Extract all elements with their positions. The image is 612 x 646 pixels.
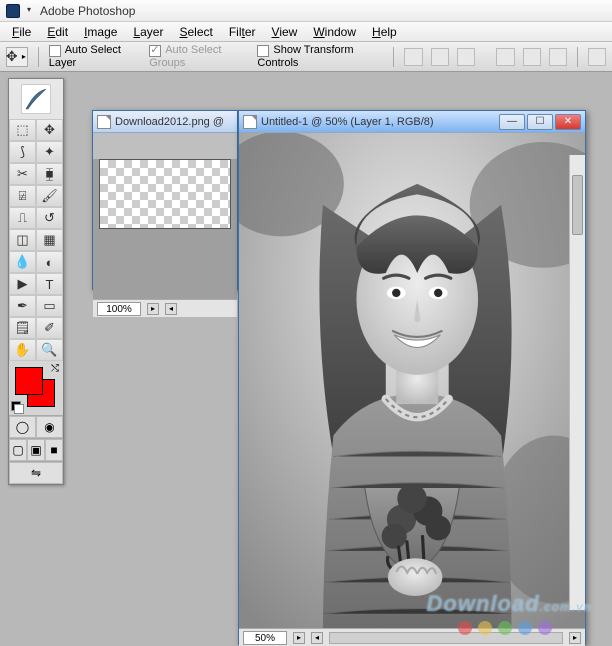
document-title-front: Untitled-1 @ 50% (Layer 1, RGB/8) (261, 116, 434, 128)
document-window-front[interactable]: Untitled-1 @ 50% (Layer 1, RGB/8) — ☐ ✕ (238, 110, 586, 645)
eraser-tool[interactable]: ◫ (9, 229, 36, 251)
menu-select[interactable]: Select (171, 23, 220, 41)
separator (577, 47, 578, 67)
quickmask-mode-button[interactable]: ◉ (36, 416, 63, 438)
status-bar-back: 100% ▸ ◂ (93, 299, 237, 317)
toolbox-header (9, 79, 63, 119)
document-icon (97, 115, 111, 129)
crop-tool[interactable]: ✂ (9, 163, 36, 185)
separator (393, 47, 394, 67)
document-title-back: Download2012.png @ (115, 116, 224, 128)
canvas-back[interactable] (99, 159, 231, 229)
show-transform-option[interactable]: Show Transform Controls (257, 44, 383, 68)
feather-icon (21, 84, 51, 114)
lasso-tool[interactable]: ⟆ (9, 141, 36, 163)
align-hcenter-button[interactable] (523, 48, 541, 66)
tool-grid: ⬚ ✥ ⟆ ✦ ✂ ⧯ ⍯ 🖌 ⎍ ↺ ◫ ▦ 💧 ◐ ▶ T ✒ ▭ 🗒 ✐ … (9, 119, 63, 361)
color-swatches: ⤭ (9, 361, 63, 415)
separator (38, 47, 39, 67)
menu-edit[interactable]: Edit (39, 23, 76, 41)
document-icon (243, 115, 257, 129)
scrollbar-vertical[interactable] (569, 155, 585, 610)
healing-brush-tool[interactable]: ⍯ (9, 185, 36, 207)
auto-select-layer-option[interactable]: Auto Select Layer (49, 44, 142, 68)
app-icon[interactable] (6, 4, 20, 18)
close-button[interactable]: ✕ (555, 114, 581, 130)
full-screen-button[interactable]: ■ (45, 439, 63, 461)
menu-help[interactable]: Help (364, 23, 405, 41)
menu-window[interactable]: Window (305, 23, 364, 41)
menu-filter[interactable]: Filter (221, 23, 264, 41)
scroll-left-button[interactable]: ◂ (165, 303, 177, 315)
align-left-button[interactable] (496, 48, 514, 66)
zoom-field-front[interactable]: 50% (243, 631, 287, 645)
document-titlebar-front[interactable]: Untitled-1 @ 50% (Layer 1, RGB/8) — ☐ ✕ (239, 111, 585, 133)
doc-info-button[interactable]: ▸ (293, 632, 305, 644)
rectangular-marquee-tool[interactable]: ⬚ (9, 119, 36, 141)
default-colors-icon[interactable] (11, 401, 23, 413)
watermark: Download.com.vn (427, 591, 592, 617)
menu-image[interactable]: Image (76, 23, 125, 41)
zoom-tool[interactable]: 🔍 (36, 339, 63, 361)
menu-view[interactable]: View (264, 23, 306, 41)
zoom-field-back[interactable]: 100% (97, 302, 141, 316)
foreground-color[interactable] (15, 367, 43, 395)
watermark-dots (458, 621, 552, 635)
slice-tool[interactable]: ⧯ (36, 163, 63, 185)
pen-tool[interactable]: ✒ (9, 295, 36, 317)
maximize-button[interactable]: ☐ (527, 114, 553, 130)
align-right-button[interactable] (549, 48, 567, 66)
scroll-left-button[interactable]: ◂ (311, 632, 323, 644)
magic-wand-tool[interactable]: ✦ (36, 141, 63, 163)
doc-info-button[interactable]: ▸ (147, 303, 159, 315)
full-menubar-button[interactable]: ▣ (27, 439, 45, 461)
rectangle-tool[interactable]: ▭ (36, 295, 63, 317)
align-vcenter-button[interactable] (431, 48, 449, 66)
jump-imageready-button[interactable]: ⇋ (9, 462, 63, 484)
minimize-button[interactable]: — (499, 114, 525, 130)
canvas-front[interactable] (239, 133, 585, 628)
auto-select-groups-option[interactable]: Auto Select Groups (149, 44, 249, 68)
notes-tool[interactable]: 🗒 (9, 317, 36, 339)
hand-tool[interactable]: ✋ (9, 339, 36, 361)
dodge-tool[interactable]: ◐ (36, 251, 63, 273)
type-tool[interactable]: T (36, 273, 63, 295)
history-brush-tool[interactable]: ↺ (36, 207, 63, 229)
align-top-button[interactable] (404, 48, 422, 66)
standard-screen-button[interactable]: ▢ (9, 439, 27, 461)
app-title: Adobe Photoshop (40, 4, 135, 18)
toolbox-panel[interactable]: ⬚ ✥ ⟆ ✦ ✂ ⧯ ⍯ 🖌 ⎍ ↺ ◫ ▦ 💧 ◐ ▶ T ✒ ▭ 🗒 ✐ … (8, 78, 64, 485)
path-selection-tool[interactable]: ▶ (9, 273, 36, 295)
scroll-right-button[interactable]: ▸ (569, 632, 581, 644)
align-bottom-button[interactable] (457, 48, 475, 66)
standard-mode-button[interactable]: ◯ (9, 416, 36, 438)
swap-colors-icon[interactable]: ⤭ (51, 363, 59, 374)
clone-stamp-tool[interactable]: ⎍ (9, 207, 36, 229)
brush-tool[interactable]: 🖌 (36, 185, 63, 207)
gradient-tool[interactable]: ▦ (36, 229, 63, 251)
menu-layer[interactable]: Layer (125, 23, 171, 41)
eyedropper-tool[interactable]: ✐ (36, 317, 63, 339)
scrollbar-thumb[interactable] (572, 175, 583, 235)
blur-tool[interactable]: 💧 (9, 251, 36, 273)
document-window-back[interactable]: Download2012.png @ 100% ▸ ◂ (92, 110, 238, 290)
app-titlebar: Adobe Photoshop (0, 0, 612, 22)
document-titlebar-back[interactable]: Download2012.png @ (93, 111, 237, 133)
menu-bar: File Edit Image Layer Select Filter View… (0, 22, 612, 42)
options-bar: Auto Select Layer Auto Select Groups Sho… (0, 42, 612, 72)
distribute-button[interactable] (588, 48, 606, 66)
current-tool-icon[interactable] (6, 47, 28, 67)
menu-file[interactable]: File (4, 23, 39, 41)
work-area: ⬚ ✥ ⟆ ✦ ✂ ⧯ ⍯ 🖌 ⎍ ↺ ◫ ▦ 💧 ◐ ▶ T ✒ ▭ 🗒 ✐ … (0, 72, 612, 645)
move-tool[interactable]: ✥ (36, 119, 63, 141)
